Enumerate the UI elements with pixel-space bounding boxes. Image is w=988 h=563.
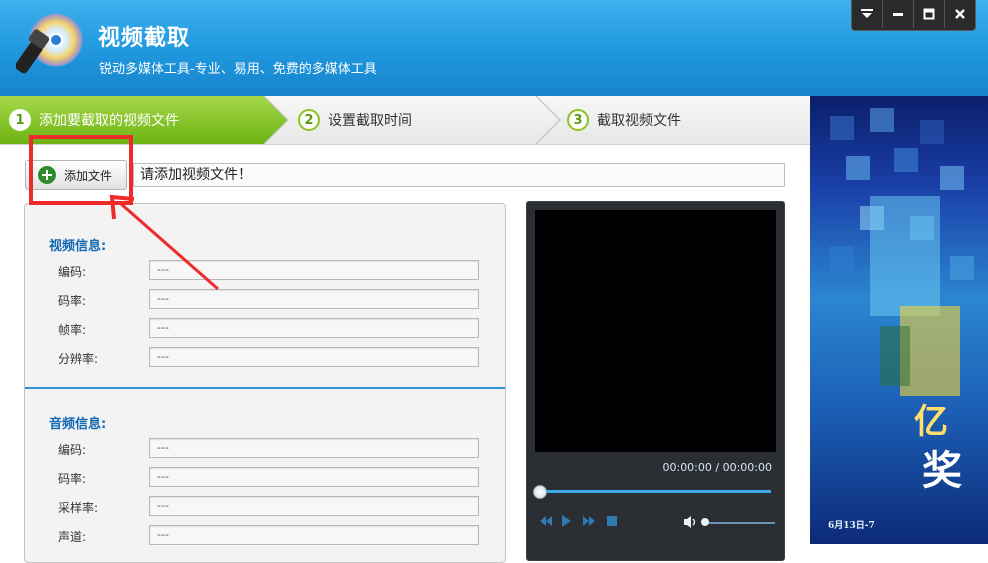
fast-forward-icon[interactable] — [582, 515, 596, 527]
audio-bitrate-label: 码率: — [58, 472, 87, 486]
ad-subheadline: 奖 — [922, 447, 962, 494]
audio-bitrate-value: --- — [149, 467, 479, 487]
stop-icon[interactable] — [607, 515, 617, 527]
step-1-label: 添加要截取的视频文件 — [39, 113, 179, 129]
step-2-number: 2 — [298, 109, 320, 131]
audio-channels-label: 声道: — [58, 530, 87, 544]
step-2-set-time[interactable]: 2 设置截取时间 — [298, 96, 412, 144]
volume-icon[interactable] — [683, 515, 699, 529]
step-3-cut-video[interactable]: 3 截取视频文件 — [567, 96, 681, 144]
video-preview-panel: 00:00:00 / 00:00:00 — [526, 201, 785, 561]
minimize-icon — [893, 13, 903, 16]
video-bitrate-label: 码率: — [58, 294, 87, 308]
video-resolution-label: 分辨率: — [58, 352, 99, 366]
audio-channels-value: --- — [149, 525, 479, 545]
annotation-arrow — [109, 194, 219, 291]
disc-camera-logo-icon — [16, 13, 83, 74]
video-codec-label: 编码: — [58, 265, 87, 279]
step-3-number: 3 — [567, 109, 589, 131]
progress-slider-handle[interactable] — [533, 485, 547, 499]
menu-icon — [861, 9, 873, 18]
video-framerate-label: 帧率: — [58, 323, 87, 337]
step-1-number: 1 — [9, 109, 31, 131]
app-title: 视频截取 — [98, 26, 191, 51]
audio-samplerate-label: 采样率: — [58, 501, 99, 515]
window-controls — [851, 0, 976, 31]
volume-slider-handle[interactable] — [701, 518, 709, 526]
close-button[interactable] — [944, 0, 975, 28]
section-divider — [25, 387, 505, 389]
rewind-icon[interactable] — [539, 515, 553, 527]
video-info-title: 视频信息: — [49, 239, 107, 254]
progress-track[interactable] — [539, 490, 771, 493]
advertisement-banner[interactable]: 亿 奖 6月13日-7 — [810, 96, 988, 544]
audio-codec-value: --- — [149, 438, 479, 458]
step-2-label: 设置截取时间 — [328, 113, 412, 129]
audio-samplerate-value: --- — [149, 496, 479, 516]
ad-headline: 亿 — [914, 402, 948, 442]
audio-codec-label: 编码: — [58, 443, 87, 457]
video-screen — [535, 210, 776, 452]
file-path-field[interactable]: 请添加视频文件！ — [133, 163, 785, 187]
maximize-icon — [923, 8, 935, 20]
video-framerate-value: --- — [149, 318, 479, 338]
time-display: 00:00:00 / 00:00:00 — [662, 461, 772, 474]
maximize-button[interactable] — [913, 0, 944, 28]
video-resolution-value: --- — [149, 347, 479, 367]
minimize-button[interactable] — [882, 0, 913, 28]
menu-button[interactable] — [852, 0, 882, 28]
media-info-panel: 视频信息: 编码: --- 码率: --- 帧率: --- 分辨率: --- 音… — [24, 203, 506, 563]
volume-track[interactable] — [703, 522, 775, 524]
title-bar: 视频截取 锐动多媒体工具-专业、易用、免费的多媒体工具 — [0, 0, 988, 96]
step-3-label: 截取视频文件 — [597, 113, 681, 129]
ad-caption: 6月13日-7 — [828, 521, 875, 531]
audio-info-title: 音频信息: — [49, 417, 107, 432]
play-icon[interactable] — [561, 515, 571, 527]
close-icon — [955, 9, 965, 19]
app-subtitle: 锐动多媒体工具-专业、易用、免费的多媒体工具 — [99, 62, 377, 77]
